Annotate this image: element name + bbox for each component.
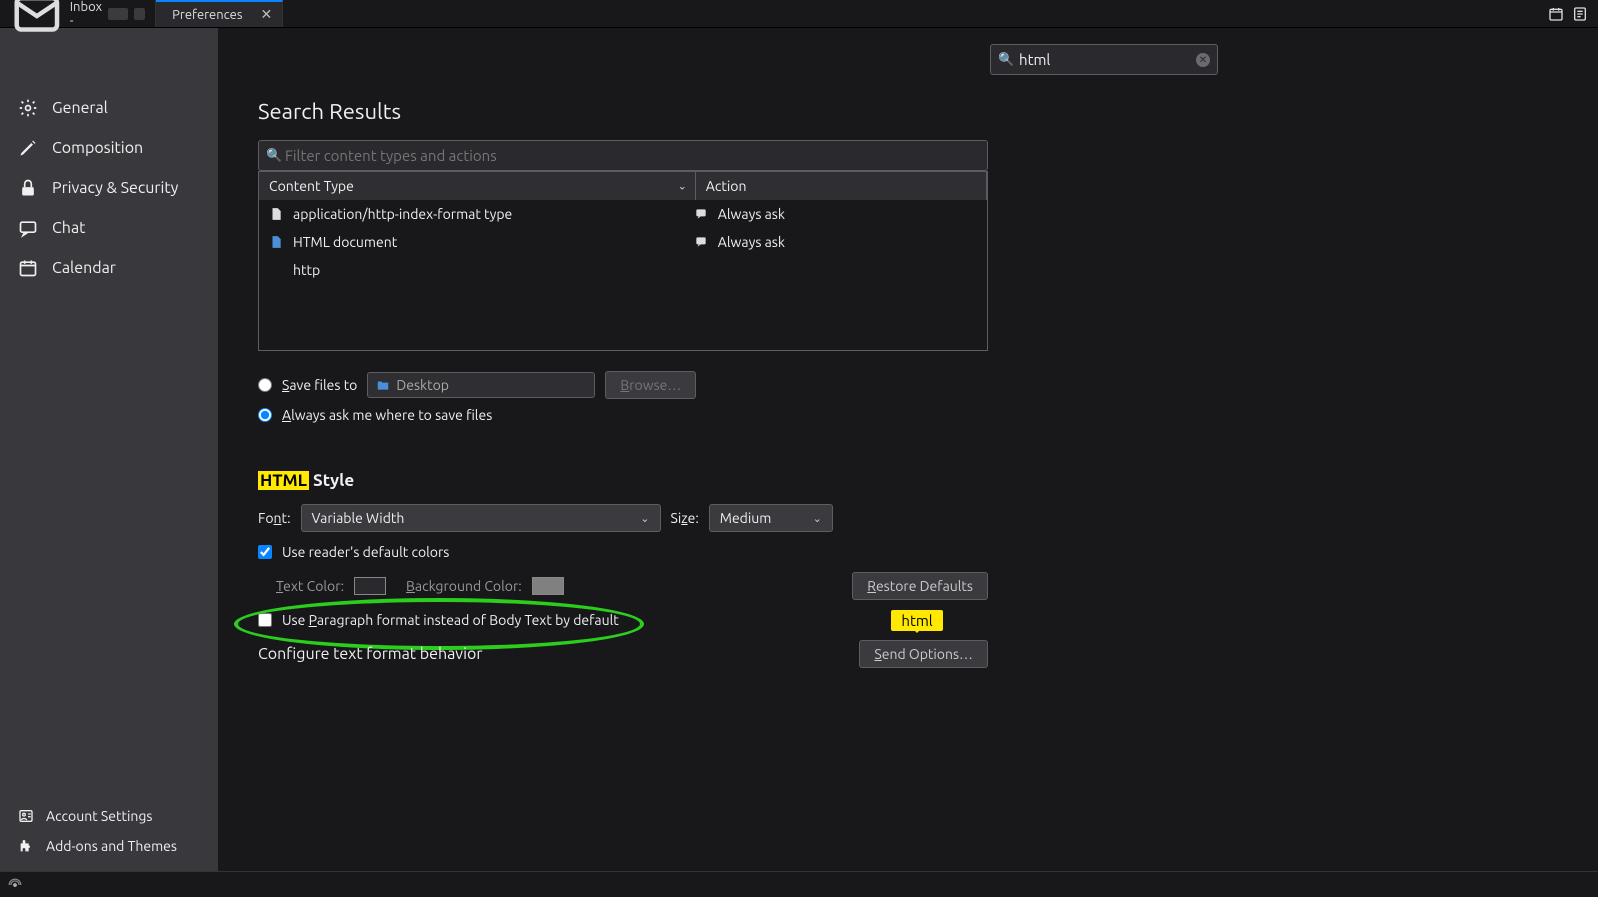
sidebar-item-label: Composition — [52, 139, 143, 157]
bg-color-swatch[interactable] — [532, 577, 564, 595]
checkbox-label: Use reader's default colors — [282, 544, 449, 560]
close-icon[interactable]: ✕ — [260, 6, 272, 23]
reader-colors-checkbox[interactable] — [258, 545, 272, 559]
size-label: Size: — [671, 510, 699, 526]
prefs-search: 🔍 ✕ — [990, 44, 1218, 75]
pencil-icon — [18, 138, 38, 158]
table-row[interactable]: HTML document Always ask — [259, 228, 987, 256]
prefs-search-input[interactable] — [990, 44, 1218, 75]
tab-label: Preferences — [172, 8, 242, 22]
ask-icon — [694, 235, 708, 249]
tasks-icon[interactable] — [1572, 6, 1588, 22]
sidebar-item-account-settings[interactable]: Account Settings — [0, 801, 218, 831]
sidebar-item-privacy[interactable]: Privacy & Security — [0, 168, 218, 208]
mail-icon — [10, 0, 64, 40]
sidebar-item-label: Chat — [52, 219, 85, 237]
preferences-sidebar: General Composition Privacy & Security C… — [0, 28, 218, 871]
account-icon — [18, 808, 34, 824]
puzzle-icon — [18, 838, 34, 854]
content-types-table: Content Type ⌄ Action application/http-i… — [258, 171, 988, 351]
bg-color-label: Background Color: — [406, 578, 522, 594]
table-row[interactable]: application/http-index-format type Alway… — [259, 200, 987, 228]
sidebar-item-calendar[interactable]: Calendar — [0, 248, 218, 288]
lock-icon — [18, 178, 38, 198]
sidebar-item-composition[interactable]: Composition — [0, 128, 218, 168]
calendar-icon[interactable] — [1548, 6, 1564, 22]
activity-icon[interactable] — [8, 878, 22, 892]
browse-button[interactable]: Browse… — [605, 371, 696, 399]
section-title: Search Results — [258, 99, 988, 124]
table-row[interactable]: http — [259, 256, 987, 284]
chevron-down-icon: ⌄ — [678, 180, 687, 193]
font-select[interactable]: Variable Width⌄ — [301, 504, 661, 532]
sidebar-item-general[interactable]: General — [0, 88, 218, 128]
main-content: 🔍 ✕ Search Results 🔍 Content Type ⌄ Act — [218, 28, 1598, 871]
search-icon: 🔍 — [266, 148, 282, 163]
html-file-icon — [269, 235, 283, 249]
chevron-down-icon: ⌄ — [640, 512, 649, 525]
text-color-label: Text Color: — [276, 578, 344, 594]
sidebar-item-label: Account Settings — [46, 808, 153, 824]
chevron-down-icon: ⌄ — [813, 512, 822, 525]
checkbox-label: Use Paragraph format instead of Body Tex… — [282, 612, 619, 628]
chat-icon — [18, 218, 38, 238]
content-filter-input[interactable] — [258, 140, 988, 171]
save-path-input[interactable]: Desktop — [367, 372, 595, 398]
configure-text-label: Configure text format behavior — [258, 645, 482, 663]
sidebar-item-chat[interactable]: Chat — [0, 208, 218, 248]
tab-inbox[interactable]: Inbox - — [0, 0, 156, 27]
restore-defaults-button[interactable]: Restore Defaults — [852, 572, 988, 600]
text-color-swatch[interactable] — [354, 577, 386, 595]
radio-label: Save files to — [282, 377, 357, 393]
clear-search-icon[interactable]: ✕ — [1196, 53, 1210, 67]
paragraph-format-checkbox[interactable] — [258, 613, 272, 627]
col-action[interactable]: Action — [696, 172, 987, 200]
search-icon: 🔍 — [998, 52, 1014, 67]
sidebar-item-addons[interactable]: Add-ons and Themes — [0, 831, 218, 861]
section-html-style: HTML Style — [258, 471, 354, 490]
redacted — [134, 8, 145, 20]
sidebar-item-label: Add-ons and Themes — [46, 838, 177, 854]
calendar-icon — [18, 258, 38, 278]
ask-icon — [694, 207, 708, 221]
sidebar-item-label: General — [52, 99, 108, 117]
tab-label: Inbox - — [70, 0, 102, 28]
radio-label: Always ask me where to save files — [282, 407, 492, 423]
col-content-type[interactable]: Content Type ⌄ — [259, 172, 696, 200]
save-files-to-radio[interactable] — [258, 378, 272, 392]
send-options-button[interactable]: Send Options… — [859, 640, 988, 668]
sidebar-item-label: Calendar — [52, 259, 116, 277]
gear-icon — [18, 98, 38, 118]
font-label: Font: — [258, 510, 291, 526]
folder-icon — [376, 378, 390, 392]
redacted — [108, 8, 128, 20]
sidebar-item-label: Privacy & Security — [52, 179, 178, 197]
tab-preferences[interactable]: Preferences ✕ — [156, 0, 283, 27]
size-select[interactable]: Medium⌄ — [709, 504, 833, 532]
statusbar — [0, 871, 1598, 897]
tooltip: html — [891, 610, 942, 631]
always-ask-radio[interactable] — [258, 408, 272, 422]
file-icon — [269, 207, 283, 221]
